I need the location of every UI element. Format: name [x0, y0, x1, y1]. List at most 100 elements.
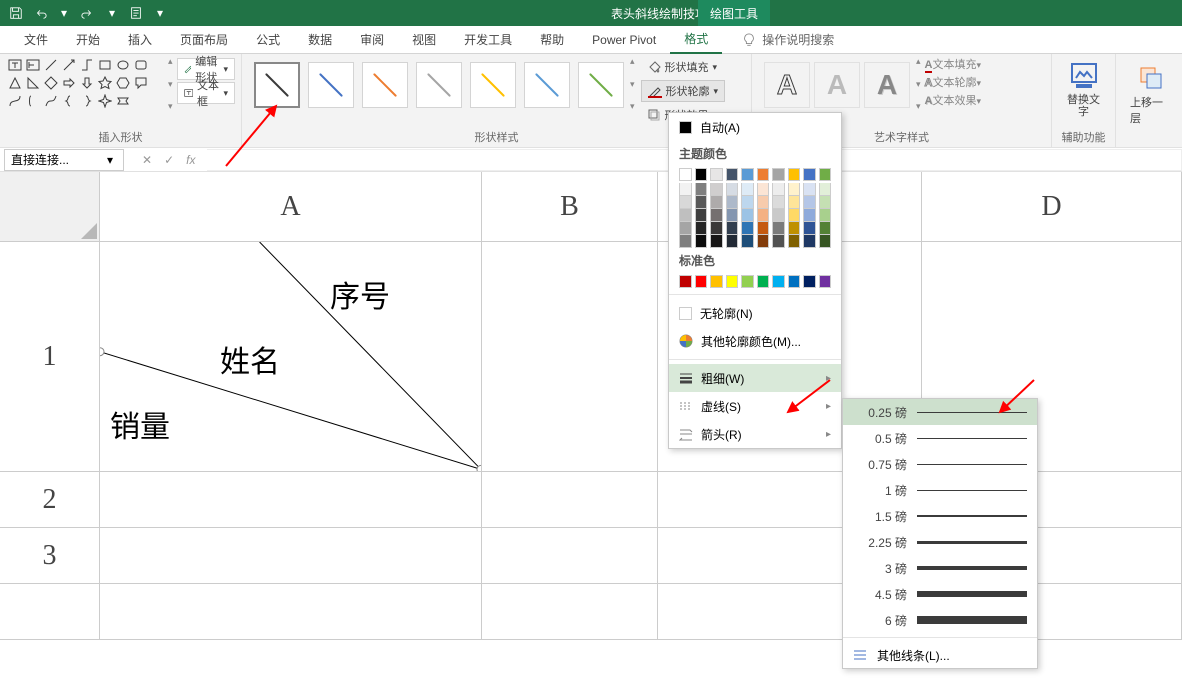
redo-icon[interactable]	[78, 3, 98, 23]
color-swatch[interactable]	[695, 183, 708, 196]
color-swatch[interactable]	[819, 275, 832, 288]
color-swatch[interactable]	[695, 222, 708, 235]
color-swatch[interactable]	[757, 168, 770, 181]
color-swatch[interactable]	[757, 235, 770, 248]
tab-file[interactable]: 文件	[10, 26, 62, 54]
color-swatch[interactable]	[695, 235, 708, 248]
gallery-up-icon[interactable]: ▴	[916, 56, 921, 67]
style-swatch[interactable]	[524, 62, 570, 108]
menu-item-arrows[interactable]: 箭头(R) ▸	[669, 420, 841, 448]
color-swatch[interactable]	[695, 209, 708, 222]
color-swatch[interactable]	[772, 209, 785, 222]
shape-gallery[interactable]	[6, 56, 170, 112]
cell-a1[interactable]: 序号 姓名 销量	[100, 242, 482, 472]
cell-b1[interactable]	[482, 242, 658, 472]
tab-view[interactable]: 视图	[398, 26, 450, 54]
color-swatch[interactable]	[741, 168, 754, 181]
color-swatch[interactable]	[803, 183, 816, 196]
color-swatch[interactable]	[710, 235, 723, 248]
color-swatch[interactable]	[819, 196, 832, 209]
text-outline-button[interactable]: A文本轮廓▾	[925, 74, 981, 90]
weight-option[interactable]: 1 磅	[843, 477, 1037, 503]
bring-forward-button[interactable]: 上移一层	[1122, 56, 1176, 130]
fx-icon[interactable]: fx	[186, 153, 195, 167]
row-header-3[interactable]: 3	[0, 528, 100, 584]
shape-connector-icon[interactable]	[80, 58, 96, 74]
shape-bracket-icon[interactable]	[26, 94, 42, 110]
color-swatch[interactable]	[679, 183, 692, 196]
cell[interactable]	[100, 584, 482, 640]
text-effects-button[interactable]: A文本效果▾	[925, 92, 981, 108]
gallery-more-icon[interactable]: ▾	[630, 101, 635, 112]
color-swatch[interactable]	[741, 209, 754, 222]
color-swatch[interactable]	[695, 275, 708, 288]
color-swatch[interactable]	[757, 183, 770, 196]
style-swatch[interactable]	[470, 62, 516, 108]
wordart-swatch[interactable]: A	[814, 62, 860, 108]
color-swatch[interactable]	[819, 168, 832, 181]
tab-page-layout[interactable]: 页面布局	[166, 26, 242, 54]
gallery-down-icon[interactable]: ▾	[916, 79, 921, 90]
color-swatch[interactable]	[803, 209, 816, 222]
tab-formulas[interactable]: 公式	[242, 26, 294, 54]
gallery-down-icon[interactable]: ▾	[630, 79, 635, 90]
shape-arrow-right-icon[interactable]	[62, 76, 78, 92]
color-swatch[interactable]	[726, 209, 739, 222]
weight-option[interactable]: 0.5 磅	[843, 425, 1037, 451]
print-preview-icon[interactable]	[126, 3, 146, 23]
column-header-b[interactable]: B	[482, 172, 658, 242]
theme-shade-row[interactable]	[669, 183, 841, 196]
tell-me-search[interactable]: 操作说明搜索	[742, 31, 834, 48]
undo-icon[interactable]	[30, 3, 50, 23]
theme-shade-row[interactable]	[669, 222, 841, 235]
color-swatch[interactable]	[679, 168, 692, 181]
gallery-more-icon[interactable]: ▾	[916, 101, 921, 112]
theme-color-row[interactable]	[669, 166, 841, 183]
shape-ribbon-icon[interactable]	[116, 94, 132, 110]
shape-diamond-icon[interactable]	[44, 76, 60, 92]
cancel-icon[interactable]: ✕	[142, 153, 152, 167]
menu-item-automatic[interactable]: 自动(A)	[669, 113, 841, 141]
cell-a3[interactable]	[100, 528, 482, 584]
color-swatch[interactable]	[788, 235, 801, 248]
color-swatch[interactable]	[679, 196, 692, 209]
shape-oval-icon[interactable]	[116, 58, 132, 74]
color-swatch[interactable]	[710, 183, 723, 196]
shape-roundrect-icon[interactable]	[134, 58, 150, 74]
color-swatch[interactable]	[772, 168, 785, 181]
color-swatch[interactable]	[803, 235, 816, 248]
wordart-swatch[interactable]: A	[864, 62, 910, 108]
weight-more-lines[interactable]: 其他线条(L)...	[843, 642, 1037, 668]
cell-a2[interactable]	[100, 472, 482, 528]
style-swatch[interactable]	[578, 62, 624, 108]
enter-icon[interactable]: ✓	[164, 153, 174, 167]
color-swatch[interactable]	[757, 196, 770, 209]
shape-fill-button[interactable]: 形状填充 ▾	[641, 56, 726, 78]
shape-callout-icon[interactable]	[134, 76, 150, 92]
menu-item-no-outline[interactable]: 无轮廓(N)	[669, 299, 841, 327]
color-swatch[interactable]	[679, 222, 692, 235]
shape-rect-icon[interactable]	[98, 58, 114, 74]
shape-curve-icon[interactable]	[44, 94, 60, 110]
tab-powerpivot[interactable]: Power Pivot	[578, 26, 670, 54]
shape-arrow-down-icon[interactable]	[80, 76, 96, 92]
shape-line-icon[interactable]	[44, 58, 60, 74]
color-swatch[interactable]	[788, 222, 801, 235]
color-swatch[interactable]	[819, 222, 832, 235]
color-swatch[interactable]	[710, 275, 723, 288]
weight-option[interactable]: 2.25 磅	[843, 529, 1037, 555]
contextual-tab-drawing-tools[interactable]: 绘图工具	[698, 0, 770, 26]
color-swatch[interactable]	[741, 275, 754, 288]
row-header-blank[interactable]	[0, 584, 100, 640]
color-swatch[interactable]	[726, 168, 739, 181]
gallery-more-icon[interactable]: ▾	[168, 101, 173, 112]
color-swatch[interactable]	[788, 168, 801, 181]
color-swatch[interactable]	[726, 183, 739, 196]
color-swatch[interactable]	[726, 196, 739, 209]
tab-format[interactable]: 格式	[670, 26, 722, 54]
color-swatch[interactable]	[788, 196, 801, 209]
gallery-down-icon[interactable]: ▾	[168, 79, 173, 90]
shape-line-arrow-icon[interactable]	[62, 58, 78, 74]
row-header-1[interactable]: 1	[0, 242, 100, 472]
weight-option[interactable]: 4.5 磅	[843, 581, 1037, 607]
